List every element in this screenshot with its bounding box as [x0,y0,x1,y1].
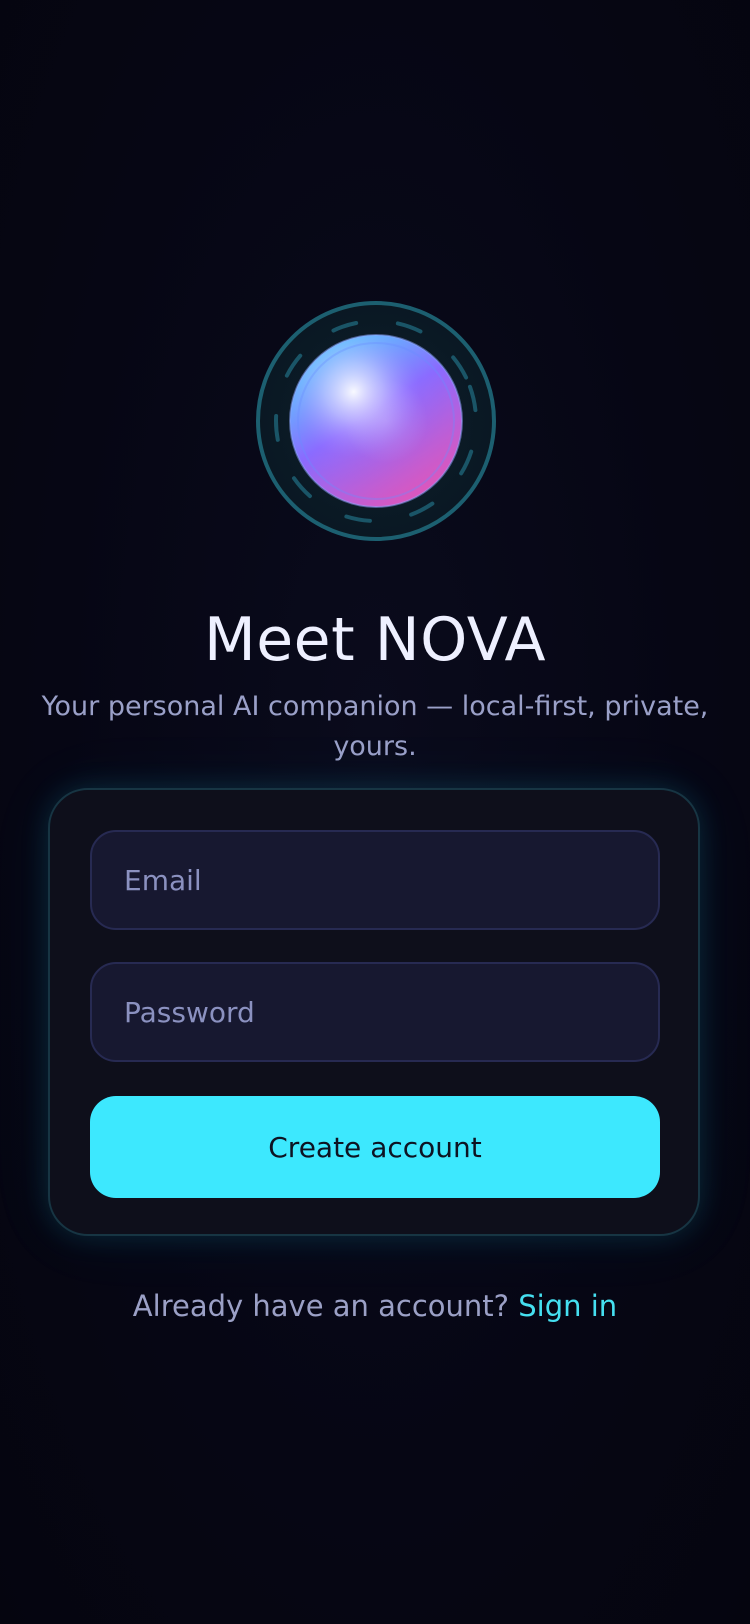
page-title: Meet NOVA [204,605,546,676]
signin-prompt-text: Already have an account? [132,1289,510,1323]
page-subtitle: Your personal AI companion — local-first… [41,691,709,762]
email-field[interactable] [90,830,660,930]
signin-prompt: Already have an account? Sign in [0,1284,750,1328]
nova-orb-icon [256,301,496,541]
signup-card: Create account [48,788,700,1236]
password-field[interactable] [90,962,660,1062]
create-account-button[interactable]: Create account [90,1096,660,1198]
sign-in-link[interactable]: Sign in [518,1289,617,1323]
signup-screen: Meet NOVA Your personal AI companion — l… [0,0,750,1624]
